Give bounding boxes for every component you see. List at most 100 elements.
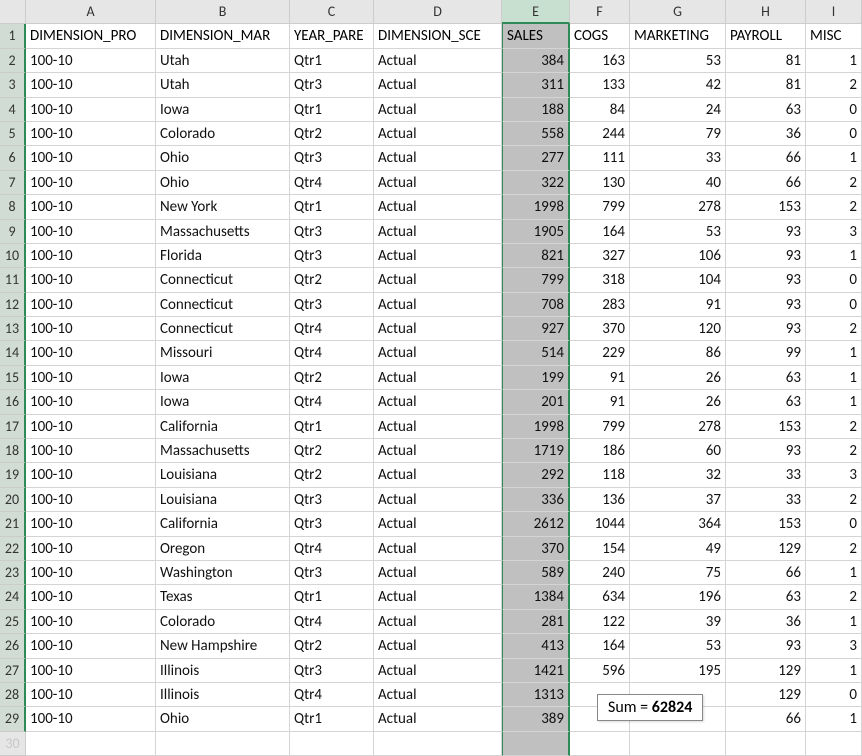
row-header-9[interactable]: 9 [0, 220, 26, 244]
cell-I8[interactable]: 2 [806, 195, 862, 219]
cell-E7[interactable]: 322 [502, 171, 570, 195]
cell-G7[interactable]: 40 [630, 171, 726, 195]
cell-E13[interactable]: 927 [502, 317, 570, 341]
cell-A10[interactable]: 100-10 [26, 244, 156, 268]
cell-D30[interactable] [374, 732, 502, 756]
cell-E15[interactable]: 199 [502, 366, 570, 390]
cell-B25[interactable]: Colorado [156, 610, 290, 634]
cell-G10[interactable]: 106 [630, 244, 726, 268]
cell-C16[interactable]: Qtr4 [290, 390, 374, 414]
cell-A3[interactable]: 100-10 [26, 73, 156, 97]
cell-C12[interactable]: Qtr3 [290, 293, 374, 317]
cell-F30[interactable] [570, 732, 630, 756]
cell-A12[interactable]: 100-10 [26, 293, 156, 317]
cell-E12[interactable]: 708 [502, 293, 570, 317]
cell-I6[interactable]: 1 [806, 146, 862, 170]
cell-C21[interactable]: Qtr3 [290, 512, 374, 536]
row-header-17[interactable]: 17 [0, 415, 26, 439]
cell-D7[interactable]: Actual [374, 171, 502, 195]
cell-C18[interactable]: Qtr2 [290, 439, 374, 463]
cell-E27[interactable]: 1421 [502, 659, 570, 683]
header-cell-E[interactable]: SALES [502, 24, 570, 48]
cell-E18[interactable]: 1719 [502, 439, 570, 463]
cell-F16[interactable]: 91 [570, 390, 630, 414]
cell-B30[interactable] [156, 732, 290, 756]
cell-F27[interactable]: 596 [570, 659, 630, 683]
cell-C30[interactable] [290, 732, 374, 756]
cell-D14[interactable]: Actual [374, 341, 502, 365]
cell-H27[interactable]: 129 [726, 659, 806, 683]
header-cell-B[interactable]: DIMENSION_MAR [156, 24, 290, 48]
cell-F15[interactable]: 91 [570, 366, 630, 390]
cell-A11[interactable]: 100-10 [26, 268, 156, 292]
cell-E8[interactable]: 1998 [502, 195, 570, 219]
row-header-1[interactable]: 1 [0, 24, 26, 48]
cell-F23[interactable]: 240 [570, 561, 630, 585]
cell-G21[interactable]: 364 [630, 512, 726, 536]
cell-H10[interactable]: 93 [726, 244, 806, 268]
cell-E3[interactable]: 311 [502, 73, 570, 97]
cell-G11[interactable]: 104 [630, 268, 726, 292]
row-header-10[interactable]: 10 [0, 244, 26, 268]
row-header-11[interactable]: 11 [0, 268, 26, 292]
cell-A6[interactable]: 100-10 [26, 146, 156, 170]
cell-C5[interactable]: Qtr2 [290, 122, 374, 146]
cell-G14[interactable]: 86 [630, 341, 726, 365]
cell-H29[interactable]: 66 [726, 707, 806, 731]
cell-F17[interactable]: 799 [570, 415, 630, 439]
cell-E20[interactable]: 336 [502, 488, 570, 512]
column-header-C[interactable]: C [290, 0, 374, 24]
cell-F20[interactable]: 136 [570, 488, 630, 512]
cell-A22[interactable]: 100-10 [26, 537, 156, 561]
cell-H21[interactable]: 153 [726, 512, 806, 536]
cell-A4[interactable]: 100-10 [26, 98, 156, 122]
cell-H13[interactable]: 93 [726, 317, 806, 341]
cell-G24[interactable]: 196 [630, 585, 726, 609]
cell-E5[interactable]: 558 [502, 122, 570, 146]
cell-C25[interactable]: Qtr4 [290, 610, 374, 634]
row-header-23[interactable]: 23 [0, 561, 26, 585]
cell-A24[interactable]: 100-10 [26, 585, 156, 609]
cell-B7[interactable]: Ohio [156, 171, 290, 195]
row-header-27[interactable]: 27 [0, 659, 26, 683]
cell-G3[interactable]: 42 [630, 73, 726, 97]
cell-F25[interactable]: 122 [570, 610, 630, 634]
cell-D23[interactable]: Actual [374, 561, 502, 585]
column-header-A[interactable]: A [26, 0, 156, 24]
cell-A9[interactable]: 100-10 [26, 220, 156, 244]
cell-C17[interactable]: Qtr1 [290, 415, 374, 439]
cell-C9[interactable]: Qtr3 [290, 220, 374, 244]
cell-F19[interactable]: 118 [570, 463, 630, 487]
cell-C26[interactable]: Qtr2 [290, 634, 374, 658]
cell-A29[interactable]: 100-10 [26, 707, 156, 731]
cell-D27[interactable]: Actual [374, 659, 502, 683]
cell-B20[interactable]: Louisiana [156, 488, 290, 512]
cell-D11[interactable]: Actual [374, 268, 502, 292]
cell-B9[interactable]: Massachusetts [156, 220, 290, 244]
cell-G18[interactable]: 60 [630, 439, 726, 463]
cell-D17[interactable]: Actual [374, 415, 502, 439]
cell-F8[interactable]: 799 [570, 195, 630, 219]
cell-D16[interactable]: Actual [374, 390, 502, 414]
cell-I7[interactable]: 2 [806, 171, 862, 195]
cell-C14[interactable]: Qtr4 [290, 341, 374, 365]
cell-I9[interactable]: 3 [806, 220, 862, 244]
row-header-25[interactable]: 25 [0, 610, 26, 634]
cell-H24[interactable]: 63 [726, 585, 806, 609]
cell-H28[interactable]: 129 [726, 683, 806, 707]
cell-I18[interactable]: 2 [806, 439, 862, 463]
cell-B6[interactable]: Ohio [156, 146, 290, 170]
cell-G30[interactable] [630, 732, 726, 756]
cell-E29[interactable]: 389 [502, 707, 570, 731]
cell-G4[interactable]: 24 [630, 98, 726, 122]
cell-E28[interactable]: 1313 [502, 683, 570, 707]
header-cell-A[interactable]: DIMENSION_PRO [26, 24, 156, 48]
cell-G16[interactable]: 26 [630, 390, 726, 414]
cell-F6[interactable]: 111 [570, 146, 630, 170]
cell-E17[interactable]: 1998 [502, 415, 570, 439]
cell-B14[interactable]: Missouri [156, 341, 290, 365]
cell-B15[interactable]: Iowa [156, 366, 290, 390]
cell-B24[interactable]: Texas [156, 585, 290, 609]
cell-H16[interactable]: 63 [726, 390, 806, 414]
cell-D24[interactable]: Actual [374, 585, 502, 609]
